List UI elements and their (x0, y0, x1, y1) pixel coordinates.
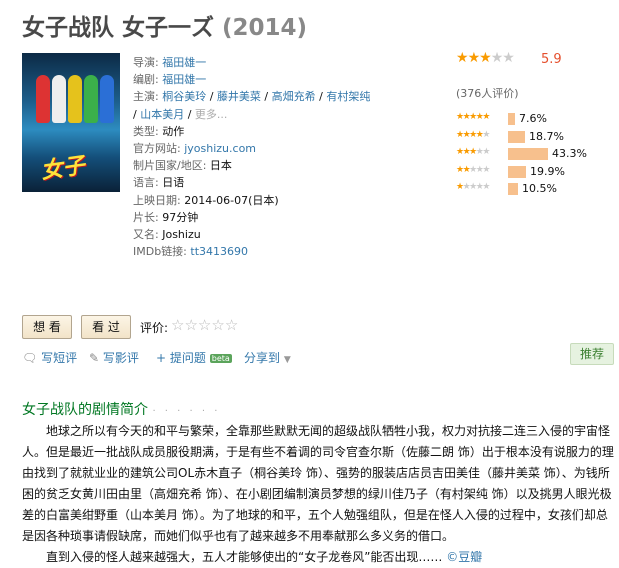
star-icon: ★★★★★ (456, 182, 490, 192)
director-label: 导演: (133, 56, 159, 69)
site-label: 官方网站: (133, 142, 181, 156)
star-icon: ★★★★★ (456, 147, 490, 157)
heading-dots: · · · · · · (152, 406, 221, 417)
star-icon[interactable]: ☆ (225, 316, 238, 334)
rating-percent: 19.9% (530, 164, 565, 178)
summary-heading-text: 女子战队的剧情简介 (22, 402, 148, 418)
star-icon: ★ (456, 50, 469, 66)
genre-value: 动作 (162, 124, 185, 138)
country-value: 日本 (209, 159, 232, 173)
summary-heading: 女子战队的剧情简介 · · · · · · (22, 399, 220, 419)
rating-votes-link[interactable]: (376人评价) (456, 85, 519, 101)
rating-bar (508, 183, 518, 195)
write-short-review-label: 写短评 (41, 351, 78, 365)
star-icon[interactable]: ☆ (171, 316, 184, 334)
star-icon[interactable]: ☆ (184, 316, 197, 334)
rating-bar (508, 113, 515, 125)
cast-link[interactable]: 藤井美菜 (217, 90, 261, 103)
rating-bar (508, 130, 525, 143)
poster-figure-white (52, 75, 66, 123)
rating-bar (508, 148, 548, 160)
summary-paragraph-2: 直到入侵的怪人越来越强大，五人才能够使出的“女子龙卷风”能否出现…… ©豆瓣 (22, 547, 614, 568)
language-value: 日语 (162, 176, 185, 190)
rating-percent: 10.5% (522, 182, 557, 195)
want-to-watch-button[interactable]: 想 看 (22, 315, 72, 339)
ask-question-action[interactable]: + 提问题 beta (156, 349, 232, 366)
rating-score: 5.9 (541, 52, 562, 67)
rate-label: 评价: (140, 321, 169, 335)
write-review-label: 写影评 (102, 351, 139, 365)
imdb-label: IMDb链接: (133, 245, 187, 259)
rating-percent: 43.3% (552, 147, 587, 160)
cast-more-link[interactable]: 更多... (195, 108, 228, 121)
summary-body: 地球之所以有今天的和平与繁荣，全靠那些默默无闻的超级战队牺牲小我，权力对抗接二连… (22, 421, 614, 568)
aka-value: Joshizu (162, 228, 201, 242)
release-label: 上映日期: (133, 193, 181, 207)
poster-figure-blue (100, 75, 114, 123)
cast-link[interactable]: 桐谷美玲 (162, 90, 206, 103)
writer-label: 编剧: (133, 73, 159, 87)
write-short-review-action[interactable]: 🗨 写短评 (22, 349, 77, 366)
country-label: 制片国家/地区: (133, 159, 207, 173)
rating-bar (508, 165, 526, 178)
cast-link[interactable]: 高畑充希 (272, 90, 316, 103)
chevron-down-icon: ▼ (283, 355, 291, 365)
movie-info: 导演: 福田雄一 编剧: 福田雄一 主演: 桐谷美玲 / 藤井美菜 / 高畑充希… (133, 56, 371, 259)
write-review-action[interactable]: ✎ 写影评 (89, 349, 139, 366)
watched-button[interactable]: 看 过 (81, 315, 131, 339)
recommend-button[interactable]: 推荐 (570, 343, 614, 365)
ask-question-label: 提问题 (169, 351, 206, 365)
summary-paragraph: 地球之所以有今天的和平与繁荣，全靠那些默默无闻的超级战队牺牲小我，权力对抗接二连… (22, 424, 614, 543)
imdb-link[interactable]: tt3413690 (190, 245, 248, 258)
star-icon: ★ (479, 50, 492, 66)
plus-icon: + (156, 351, 167, 365)
star-icon: ★★★★★ (456, 164, 490, 175)
pencil-icon: ✎ (89, 351, 100, 365)
speech-bubble-icon: 🗨 (22, 351, 38, 365)
release-value: 2014-06-07(日本) (184, 193, 279, 207)
rating-percent: 18.7% (529, 129, 564, 143)
rating-stars: ★★★★★ (456, 50, 616, 66)
page-title: 女子战队 女子一ズ (2014) (22, 8, 307, 42)
runtime-label: 片长: (133, 210, 159, 224)
cast-link[interactable]: 山本美月 (140, 108, 184, 121)
star-icon[interactable]: ☆ (198, 316, 211, 334)
cast-label: 主演: (133, 90, 159, 104)
star-icon[interactable]: ☆ (211, 316, 224, 334)
star-icon: ★★★★★ (456, 129, 490, 140)
share-label: 分享到 (244, 351, 281, 365)
movie-title: 女子战队 女子一ズ (22, 15, 215, 41)
user-rating-stars[interactable]: ☆☆☆☆☆ (171, 316, 238, 334)
poster-figure-green (84, 75, 98, 123)
writer-link[interactable]: 福田雄一 (162, 73, 206, 86)
director-link[interactable]: 福田雄一 (162, 56, 206, 69)
poster-figure-red (36, 75, 50, 123)
cast-link[interactable]: 有村架纯 (326, 90, 370, 103)
share-dropdown[interactable]: 分享到 ▼ (244, 349, 291, 366)
official-site-link[interactable]: jyoshizu.com (184, 142, 256, 155)
star-icon: ★★★★★ (456, 112, 490, 122)
poster-figure-yellow (68, 75, 82, 123)
star-icon: ★ (467, 50, 481, 66)
poster-image[interactable]: 女子 (22, 53, 120, 192)
language-label: 语言: (133, 176, 159, 190)
beta-badge: beta (209, 354, 232, 363)
runtime-value: 97分钟 (162, 210, 199, 224)
rating-percent: 7.6% (519, 112, 547, 125)
movie-year: (2014) (222, 15, 308, 41)
aka-label: 又名: (133, 228, 159, 242)
rating-panel: ★★★★★ 5.9 (376人评价) ★★★★★ 7.6% ★★★★★ 18.7% ★★… (456, 50, 616, 195)
star-icon: ★ (502, 50, 515, 66)
star-icon: ★ (490, 50, 504, 66)
genre-label: 类型: (133, 124, 159, 138)
poster-logo: 女子 (39, 153, 87, 185)
